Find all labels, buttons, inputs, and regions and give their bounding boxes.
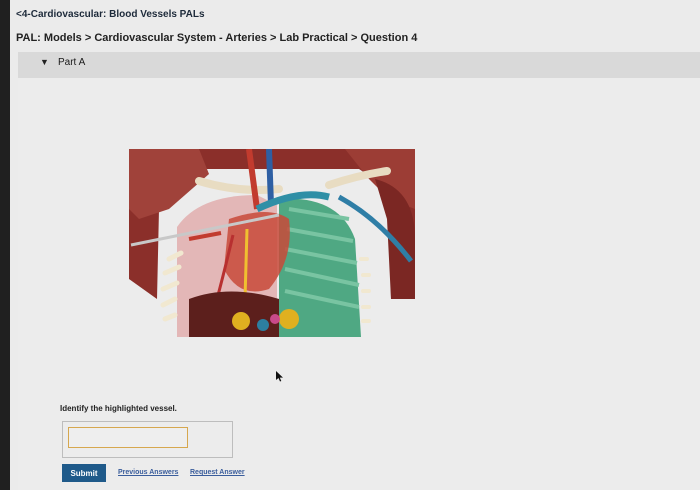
submit-button[interactable]: Submit <box>62 464 106 482</box>
request-answer-link[interactable]: Request Answer <box>190 469 245 476</box>
anatomy-model-image <box>129 149 415 337</box>
part-a-toggle[interactable]: ▼ Part A <box>18 52 700 78</box>
question-content: Identify the highlighted vessel. Submit … <box>18 78 700 490</box>
breadcrumb: PAL: Models > Cardiovascular System - Ar… <box>16 32 418 44</box>
previous-answers-link[interactable]: Previous Answers <box>118 469 178 476</box>
answer-container <box>62 421 233 458</box>
window-edge <box>0 0 10 490</box>
part-label: Part A <box>58 57 86 68</box>
page: <4-Cardiovascular: Blood Vessels PALs PA… <box>10 0 700 490</box>
answer-input[interactable] <box>68 427 188 448</box>
question-prompt: Identify the highlighted vessel. <box>60 404 177 413</box>
triangle-down-icon: ▼ <box>40 57 49 67</box>
mouse-cursor-icon <box>276 369 284 387</box>
back-to-assignment-link[interactable]: <4-Cardiovascular: Blood Vessels PALs <box>16 9 205 20</box>
